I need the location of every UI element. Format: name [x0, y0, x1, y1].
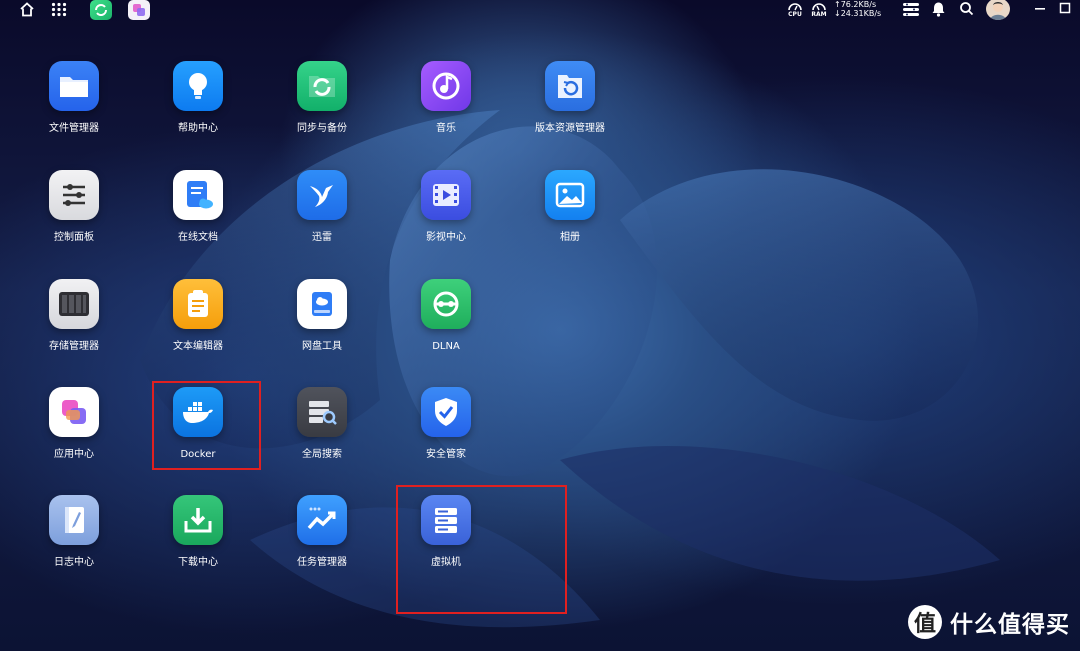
ram-meter[interactable]: RAM — [809, 1, 829, 18]
network-speed[interactable]: ↑76.2KB/s ↓24.31KB/s — [834, 0, 881, 18]
minimize-icon[interactable] — [1034, 1, 1046, 18]
lightbulb-icon — [173, 61, 223, 111]
app-control-panel[interactable]: 控制面板 — [19, 170, 129, 244]
taskbar-sync-app-icon[interactable] — [90, 0, 112, 20]
music-icon — [421, 61, 471, 111]
app-cloud-drive-tool[interactable]: 网盘工具 — [267, 279, 377, 353]
app-label: 同步与备份 — [297, 123, 347, 134]
app-label: 全局搜索 — [302, 449, 342, 460]
storage-bays-icon — [49, 279, 99, 329]
watermark-text: 什么值得买 — [950, 612, 1070, 638]
app-version-explorer[interactable]: 版本资源管理器 — [515, 61, 625, 135]
app-label: 迅雷 — [312, 232, 332, 243]
cloud-document-icon — [173, 170, 223, 220]
download-icon — [173, 495, 223, 545]
app-xunlei[interactable]: 迅雷 — [267, 170, 377, 244]
highlight-box-virtual-machine — [396, 485, 567, 614]
app-download-center[interactable]: 下载中心 — [143, 495, 253, 569]
app-label: 网盘工具 — [302, 341, 342, 352]
cpu-label: CPU — [788, 11, 802, 18]
app-dlna[interactable]: DLNA — [391, 279, 501, 353]
app-label: 在线文档 — [178, 232, 218, 243]
dlna-icon — [421, 279, 471, 329]
app-global-search[interactable]: 全局搜索 — [267, 387, 377, 461]
watermark-logo: 值 — [908, 605, 942, 639]
top-bar: CPU RAM ↑76.2KB/s ↓24.31KB/s — [0, 0, 1080, 20]
app-label: 存储管理器 — [49, 341, 99, 352]
app-label: 音乐 — [436, 123, 456, 134]
app-security-manager[interactable]: 安全管家 — [391, 387, 501, 461]
app-label: 文本编辑器 — [173, 341, 223, 352]
app-label: 日志中心 — [54, 557, 94, 568]
watermark: 值 什么值得买 — [908, 605, 1070, 639]
server-search-icon — [297, 387, 347, 437]
app-log-center[interactable]: 日志中心 — [19, 495, 129, 569]
log-book-icon — [49, 495, 99, 545]
thunder-bird-icon — [297, 170, 347, 220]
cloud-drive-icon — [297, 279, 347, 329]
app-label: 任务管理器 — [297, 557, 347, 568]
toggle-menu-icon[interactable] — [902, 2, 920, 20]
download-speed: ↓24.31KB/s — [834, 9, 882, 18]
app-help-center[interactable]: 帮助中心 — [143, 61, 253, 135]
app-label: 相册 — [560, 232, 580, 243]
shield-check-icon — [421, 387, 471, 437]
app-label: 控制面板 — [54, 232, 94, 243]
app-grid-icon[interactable] — [51, 2, 67, 20]
home-icon[interactable] — [19, 2, 35, 20]
bell-icon[interactable] — [931, 1, 946, 20]
app-label: 下载中心 — [178, 557, 218, 568]
app-label: 应用中心 — [54, 449, 94, 460]
photo-icon — [545, 170, 595, 220]
app-label: 影视中心 — [426, 232, 466, 243]
app-sync-backup[interactable]: 同步与备份 — [267, 61, 377, 135]
app-photo-album[interactable]: 相册 — [515, 170, 625, 244]
version-restore-icon — [545, 61, 595, 111]
notepad-icon — [173, 279, 223, 329]
taskbar-app-center-icon[interactable] — [128, 0, 150, 20]
app-center-icon — [49, 387, 99, 437]
video-icon — [421, 170, 471, 220]
app-label: 版本资源管理器 — [535, 123, 605, 134]
app-online-docs[interactable]: 在线文档 — [143, 170, 253, 244]
trend-chart-icon — [297, 495, 347, 545]
cpu-meter[interactable]: CPU — [785, 1, 805, 18]
user-avatar[interactable] — [986, 0, 1010, 20]
app-app-center[interactable]: 应用中心 — [19, 387, 129, 461]
app-label: DLNA — [432, 341, 460, 352]
app-label: 帮助中心 — [178, 123, 218, 134]
folder-icon — [49, 61, 99, 111]
app-text-editor[interactable]: 文本编辑器 — [143, 279, 253, 353]
app-storage-manager[interactable]: 存储管理器 — [19, 279, 129, 353]
app-label: 文件管理器 — [49, 123, 99, 134]
ram-label: RAM — [811, 11, 827, 18]
sync-folder-icon — [297, 61, 347, 111]
app-video-center[interactable]: 影视中心 — [391, 170, 501, 244]
maximize-icon[interactable] — [1059, 2, 1071, 17]
sliders-icon — [49, 170, 99, 220]
app-file-manager[interactable]: 文件管理器 — [19, 61, 129, 135]
highlight-box-docker — [152, 381, 261, 470]
search-icon[interactable] — [959, 1, 974, 20]
app-task-manager[interactable]: 任务管理器 — [267, 495, 377, 569]
upload-speed: ↑76.2KB/s — [834, 0, 877, 9]
app-music[interactable]: 音乐 — [391, 61, 501, 135]
app-label: 安全管家 — [426, 449, 466, 460]
